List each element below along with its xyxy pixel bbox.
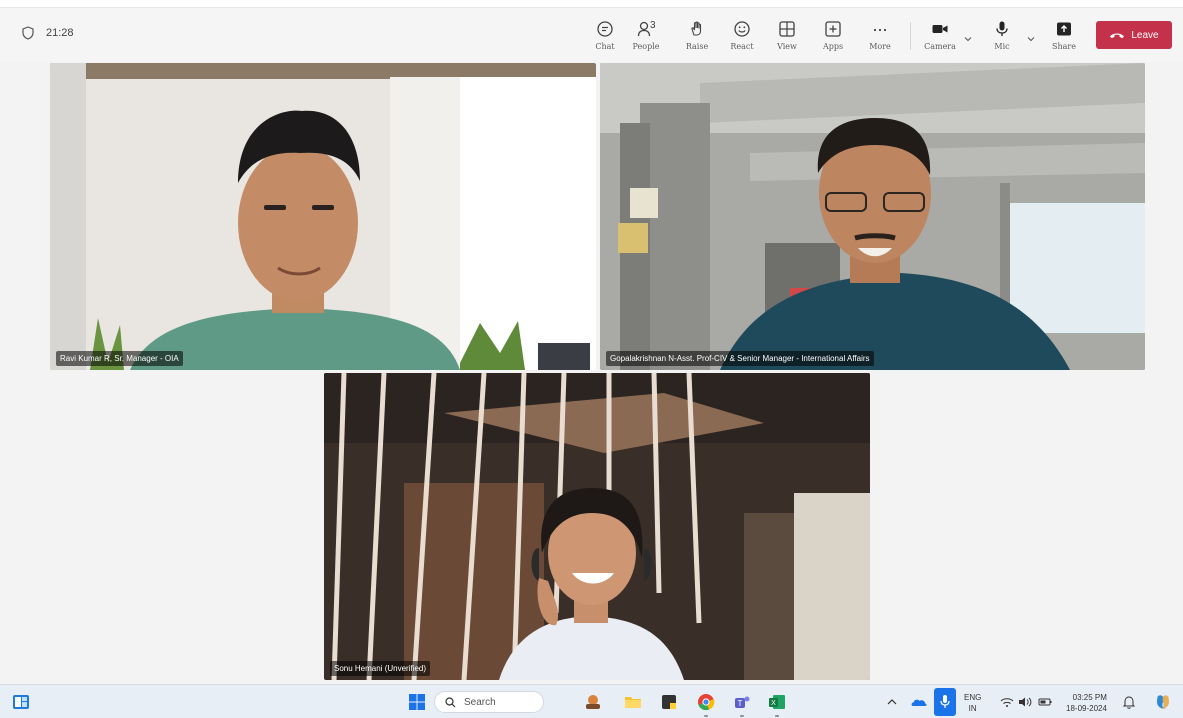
raise-hand-button[interactable]: Raise bbox=[677, 16, 717, 56]
camera-options-chevron-icon[interactable] bbox=[964, 35, 972, 43]
participant-name-label: Gopalakrishnan N-Asst. Prof-CIV & Senior… bbox=[606, 351, 874, 366]
react-label: React bbox=[730, 42, 754, 51]
participant-video-feed bbox=[324, 373, 870, 680]
hand-icon bbox=[691, 21, 702, 36]
apps-button[interactable]: Apps bbox=[813, 16, 853, 56]
onedrive-cloud-icon[interactable] bbox=[910, 693, 928, 711]
participant-name-label: Sonu Hemani (Unverified) bbox=[330, 661, 431, 676]
raise-label: Raise bbox=[685, 42, 709, 51]
share-label: Share bbox=[1052, 42, 1076, 51]
add-app-icon bbox=[825, 21, 841, 37]
svg-text:X: X bbox=[771, 700, 776, 707]
smiley-icon bbox=[734, 21, 750, 37]
shield-icon bbox=[22, 26, 34, 40]
chat-button[interactable]: Chat bbox=[585, 16, 625, 56]
more-button[interactable]: More bbox=[860, 16, 900, 56]
chat-icon bbox=[597, 21, 613, 37]
view-label: View bbox=[777, 42, 797, 51]
participant-video-feed bbox=[600, 63, 1145, 370]
share-button[interactable]: Share bbox=[1044, 16, 1084, 56]
video-camera-icon bbox=[932, 25, 948, 33]
windows-start-icon[interactable] bbox=[408, 693, 426, 711]
taskbar-search-box[interactable]: Search bbox=[434, 691, 544, 713]
participant-name-label: Ravi Kumar R, Sr. Manager - OIA bbox=[56, 351, 183, 366]
microphone-icon bbox=[940, 695, 950, 708]
file-explorer-icon[interactable] bbox=[624, 693, 642, 711]
more-label: More bbox=[869, 42, 891, 51]
volume-icon[interactable] bbox=[1018, 693, 1032, 711]
show-hidden-icons-chevron-icon[interactable] bbox=[886, 693, 898, 711]
notification-bell-icon[interactable] bbox=[1122, 693, 1136, 711]
region-text: IN bbox=[968, 704, 977, 713]
meeting-toolbar: 21:28 Chat 3 People Raise React View App… bbox=[0, 8, 1183, 62]
toolbar-divider bbox=[910, 22, 911, 50]
running-app-indicator bbox=[775, 715, 779, 717]
people-label: People bbox=[632, 42, 660, 51]
camera-button[interactable]: Camera bbox=[920, 16, 960, 56]
chat-label: Chat bbox=[595, 42, 615, 51]
participant-video-tile[interactable]: Ravi Kumar R, Sr. Manager - OIA bbox=[50, 63, 596, 370]
excel-icon[interactable]: X bbox=[768, 693, 786, 711]
clock-time: 03:25 PM bbox=[1072, 693, 1107, 702]
chrome-icon[interactable] bbox=[697, 693, 715, 711]
timer-text: 21:28 bbox=[46, 27, 74, 39]
react-button[interactable]: React bbox=[722, 16, 762, 56]
wifi-icon[interactable] bbox=[1000, 693, 1014, 711]
teams-meeting-window: 21:28 Chat 3 People Raise React View App… bbox=[0, 0, 1183, 684]
apps-label: Apps bbox=[822, 42, 844, 51]
microphone-icon bbox=[996, 21, 1008, 36]
running-app-indicator bbox=[740, 715, 744, 717]
view-button[interactable]: View bbox=[767, 16, 807, 56]
clock-date: 18-09-2024 bbox=[1066, 704, 1107, 713]
windows-taskbar: Search T X ENG IN 03:25 PM 18-09-2024 bbox=[0, 684, 1183, 718]
mic-options-chevron-icon[interactable] bbox=[1027, 35, 1035, 43]
svg-text:T: T bbox=[738, 699, 743, 708]
copilot-app-icon[interactable] bbox=[584, 693, 602, 711]
language-text: ENG bbox=[964, 693, 982, 702]
microphone-in-use-indicator[interactable] bbox=[934, 688, 956, 716]
grid-view-icon bbox=[779, 21, 795, 37]
mic-label: Mic bbox=[994, 42, 1010, 51]
leave-button[interactable]: Leave bbox=[1096, 21, 1172, 49]
participant-video-tile-active-speaker[interactable]: Gopalakrishnan N-Asst. Prof-CIV & Senior… bbox=[600, 63, 1145, 370]
share-screen-icon bbox=[1057, 22, 1071, 36]
battery-icon[interactable] bbox=[1038, 693, 1052, 711]
ellipsis-icon bbox=[873, 28, 887, 32]
window-top-edge bbox=[0, 0, 1183, 8]
meeting-timer: 21:28 bbox=[22, 26, 74, 40]
mic-button[interactable]: Mic bbox=[982, 16, 1022, 56]
copilot-icon[interactable] bbox=[1154, 693, 1172, 711]
sticky-notes-icon[interactable] bbox=[660, 693, 678, 711]
running-app-indicator bbox=[704, 715, 708, 717]
leave-label: Leave bbox=[1131, 29, 1159, 41]
people-button[interactable]: 3 People bbox=[626, 16, 666, 56]
search-icon bbox=[445, 696, 456, 707]
input-language-indicator[interactable]: ENG IN bbox=[964, 692, 981, 714]
people-count: 3 bbox=[650, 20, 656, 31]
participant-video-feed bbox=[50, 63, 596, 370]
hang-up-phone-icon bbox=[1110, 33, 1125, 39]
widgets-icon[interactable] bbox=[12, 693, 30, 711]
teams-icon[interactable]: T bbox=[733, 693, 751, 711]
search-placeholder: Search bbox=[464, 696, 496, 708]
participant-video-tile[interactable]: Sonu Hemani (Unverified) bbox=[324, 373, 870, 680]
camera-label: Camera bbox=[924, 42, 956, 51]
clock[interactable]: 03:25 PM 18-09-2024 bbox=[1066, 692, 1107, 714]
